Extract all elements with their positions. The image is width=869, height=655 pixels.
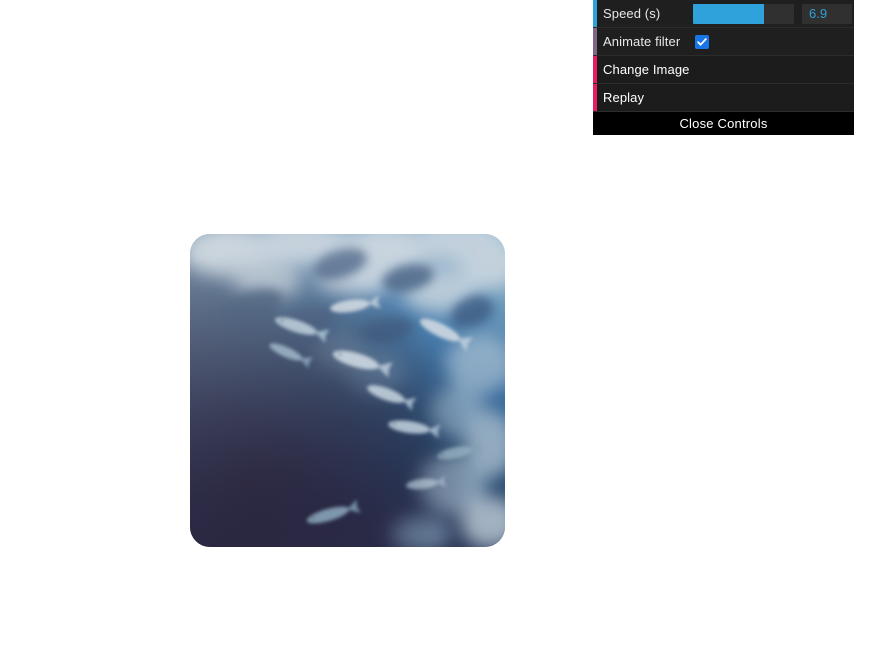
replay-label: Replay: [603, 90, 645, 105]
checkmark-icon: [697, 37, 707, 46]
speed-slider-widget: 6.9: [693, 3, 852, 24]
change-image-label: Change Image: [603, 62, 690, 77]
speed-slider-fill: [693, 3, 764, 24]
row-accent-strip-change-image: [593, 56, 597, 83]
row-accent-strip-replay: [593, 84, 597, 111]
underwater-fish-photo-graphic: [190, 234, 505, 547]
speed-value-input[interactable]: 6.9: [802, 3, 852, 24]
dat-gui-panel: Speed (s) 6.9 Animate filter Change Imag…: [593, 0, 854, 135]
control-row-animate-filter: Animate filter: [593, 28, 854, 56]
change-image-button[interactable]: Change Image: [593, 56, 854, 84]
underwater-fish-photo[interactable]: [190, 234, 505, 547]
app-stage: Speed (s) 6.9 Animate filter Change Imag…: [0, 0, 869, 655]
replay-button[interactable]: Replay: [593, 84, 854, 112]
control-row-speed: Speed (s) 6.9: [593, 0, 854, 28]
row-accent-strip-speed: [593, 0, 597, 27]
speed-slider-track[interactable]: [693, 3, 794, 24]
row-accent-strip-animate-filter: [593, 28, 597, 55]
close-controls-button[interactable]: Close Controls: [593, 112, 854, 135]
animate-filter-checkbox[interactable]: [695, 34, 709, 49]
animate-filter-label: Animate filter: [603, 34, 681, 49]
speed-label: Speed (s): [603, 6, 661, 21]
